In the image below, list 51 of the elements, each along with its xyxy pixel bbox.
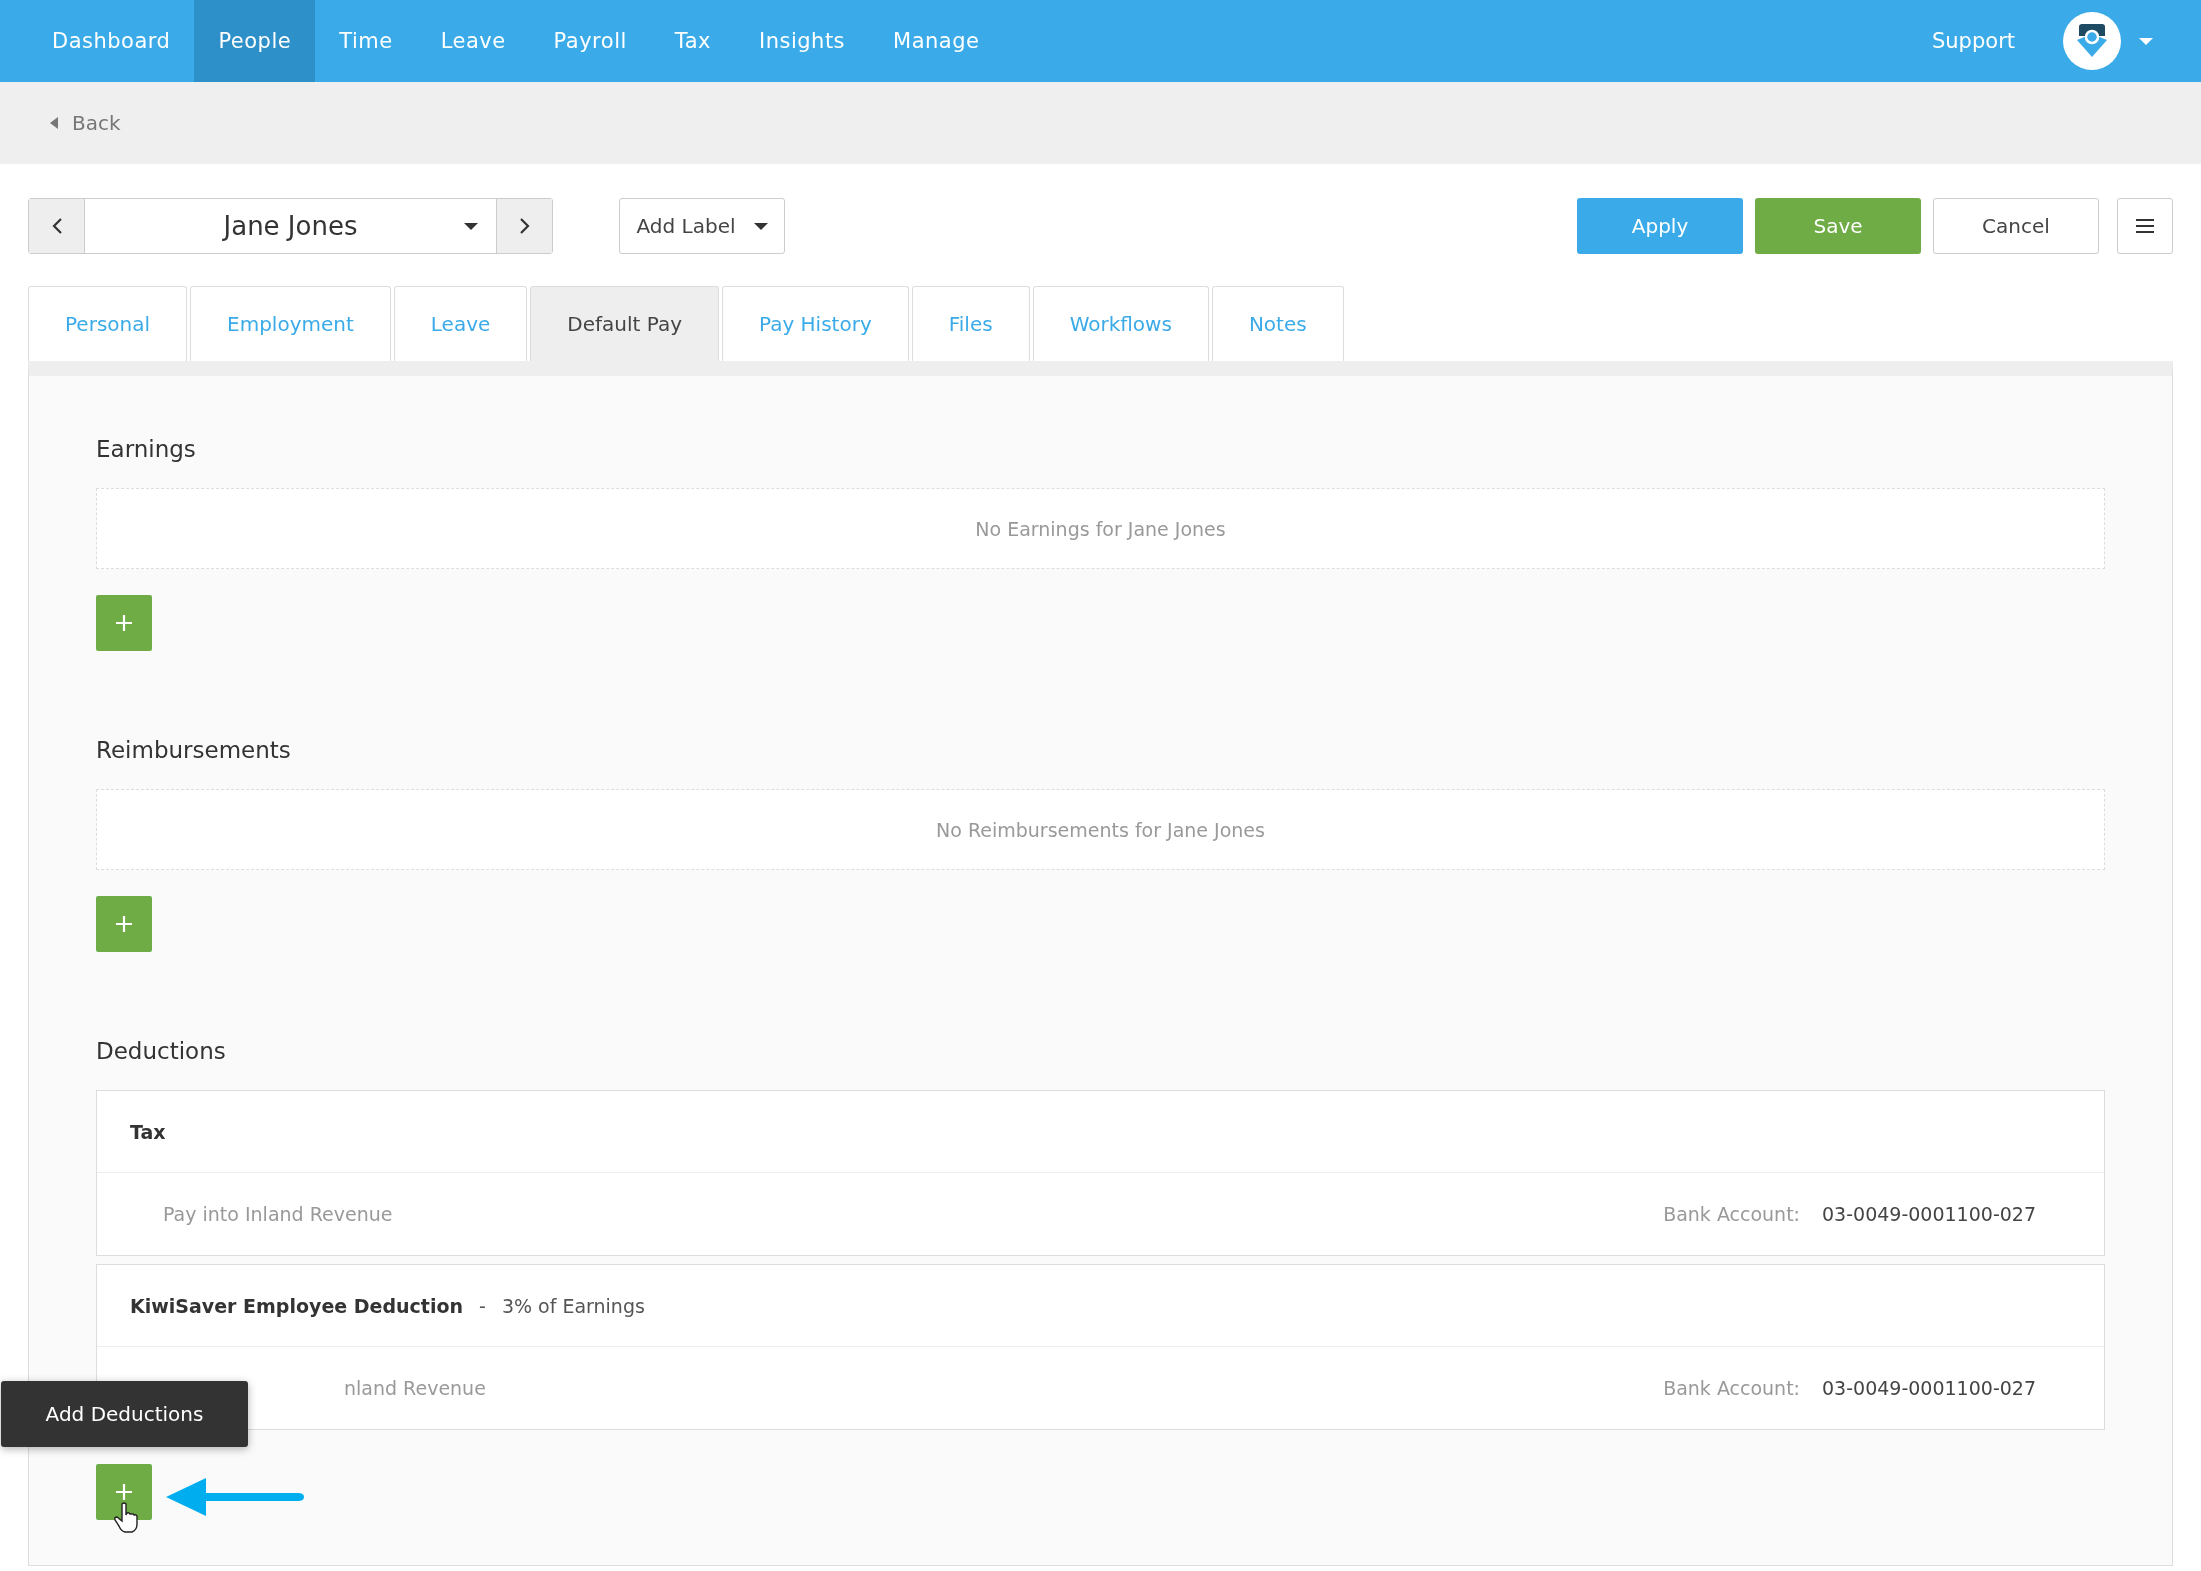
bank-account-label: Bank Account: xyxy=(1663,1377,1800,1399)
nav-item[interactable]: Manage xyxy=(869,0,1004,82)
menu-button[interactable] xyxy=(2117,198,2173,254)
bank-account-number: 03-0049-0001100-027 xyxy=(1822,1377,2036,1399)
empty-message: No Reimbursements for Jane Jones xyxy=(96,789,2105,870)
tab[interactable]: Pay History xyxy=(721,286,909,361)
tab[interactable]: Notes xyxy=(1211,286,1344,361)
add-label-dropdown[interactable]: Add Label xyxy=(619,198,785,254)
deduction-detail: 3% of Earnings xyxy=(501,1294,645,1317)
section-title: Deductions xyxy=(96,1038,227,1064)
support-link[interactable]: Support xyxy=(1932,0,2015,82)
tab[interactable]: Personal xyxy=(28,286,188,361)
action-button[interactable]: Cancel xyxy=(1933,198,2099,254)
avatar-icon[interactable] xyxy=(2063,12,2121,70)
section-title: Reimbursements xyxy=(96,737,292,763)
nav-item[interactable]: People xyxy=(194,0,316,82)
tab[interactable]: Leave xyxy=(393,286,528,361)
plus-icon xyxy=(115,614,133,632)
bank-account-number: 03-0049-0001100-027 xyxy=(1822,1203,2036,1225)
nav-item[interactable]: Leave xyxy=(416,0,530,82)
add-button[interactable] xyxy=(96,1464,152,1520)
empty-message: No Earnings for Jane Jones xyxy=(96,488,2105,569)
back-label: Back xyxy=(72,111,121,135)
deduction-name: Tax xyxy=(130,1120,166,1143)
arrow-icon xyxy=(166,1478,306,1516)
payment-text: nland Revenue xyxy=(344,1377,486,1399)
plus-icon xyxy=(115,915,133,933)
back-link[interactable]: Back xyxy=(50,111,121,135)
payment-text: Pay into Inland Revenue xyxy=(163,1203,393,1225)
caret-icon xyxy=(753,222,768,230)
hand-cursor-icon xyxy=(114,1502,140,1534)
tab[interactable]: Workflows xyxy=(1032,286,1209,361)
action-button[interactable]: Save xyxy=(1755,198,1921,254)
action-button[interactable]: Apply xyxy=(1577,198,1743,254)
nav-item[interactable]: Payroll xyxy=(529,0,651,82)
tooltip: Add Deductions xyxy=(1,1381,248,1447)
tab[interactable]: Default Pay xyxy=(530,286,719,361)
caret-icon[interactable] xyxy=(2139,37,2153,45)
section-title: Earnings xyxy=(96,436,197,462)
nav-item[interactable]: Time xyxy=(315,0,417,82)
separator: - xyxy=(479,1294,486,1317)
nav-item[interactable]: Dashboard xyxy=(28,0,195,82)
menu-icon xyxy=(2136,219,2154,233)
nav-item[interactable]: Tax xyxy=(650,0,735,82)
bank-account-label: Bank Account: xyxy=(1663,1203,1800,1225)
nav-item[interactable]: Insights xyxy=(734,0,870,82)
tab[interactable]: Employment xyxy=(190,286,391,361)
plus-icon xyxy=(115,1483,133,1501)
caret-left-icon xyxy=(50,117,58,129)
tab[interactable]: Files xyxy=(911,286,1030,361)
deduction-name: KiwiSaver Employee Deduction xyxy=(130,1294,463,1317)
